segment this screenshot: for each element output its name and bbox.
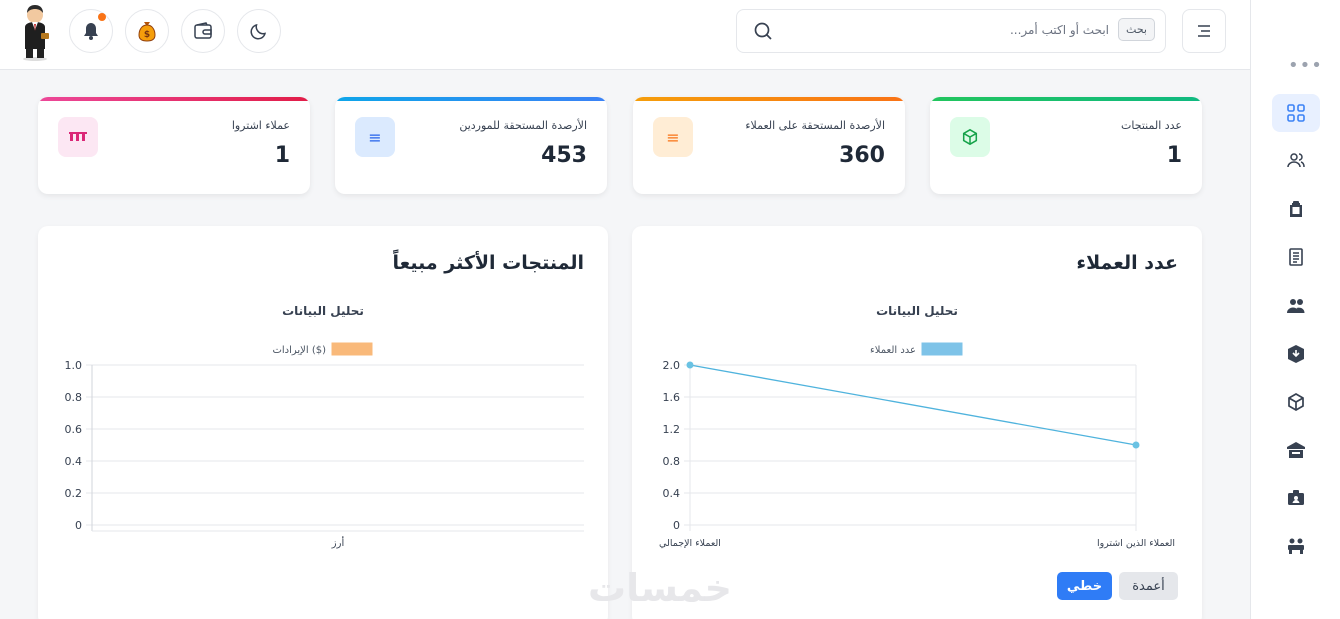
columns-toggle-button[interactable]: أعمدة <box>1119 572 1178 600</box>
list-icon: ≡ <box>653 117 693 157</box>
y-tick-label: 0 <box>75 519 82 532</box>
customers-icon <box>58 117 98 157</box>
sidebar-item-users[interactable] <box>1272 141 1320 179</box>
stat-label: الأرصدة المستحقة على العملاء <box>745 119 885 132</box>
cube-icon <box>1288 393 1304 411</box>
sidebar-item-employees[interactable] <box>1272 479 1320 517</box>
bell-icon <box>84 23 98 40</box>
avatar-image <box>23 5 49 61</box>
stat-card-products: عدد المنتجات 1 <box>930 97 1202 194</box>
x-tick-label: العملاء الذين اشتروا <box>1097 538 1175 549</box>
people-icon <box>1287 299 1305 313</box>
sidebar-item-orders[interactable] <box>1272 190 1320 228</box>
data-point <box>686 361 694 369</box>
series-line <box>689 364 1137 446</box>
team-icon <box>1288 538 1304 554</box>
sidebar-item-team[interactable] <box>1272 527 1320 565</box>
cube-icon <box>950 117 990 157</box>
y-tick-label: 0.2 <box>65 487 83 500</box>
wallet-button[interactable] <box>181 9 225 53</box>
card-accent-bar <box>335 97 607 101</box>
sidebar-item-products[interactable] <box>1272 383 1320 421</box>
y-tick-label: 0.8 <box>65 391 83 404</box>
y-tick-label: 0.8 <box>663 455 681 468</box>
users-icon <box>1287 153 1305 168</box>
box-download-icon <box>1288 345 1304 363</box>
legend-label: عدد العملاء <box>870 345 916 356</box>
customers-panel: عدد العملاء تحليل البيانات عدد العملاء 0 0… <box>632 226 1202 619</box>
search-shortcut-badge: بحث <box>1118 18 1155 41</box>
watermark: خمسات <box>588 566 732 610</box>
search-icon <box>754 22 772 40</box>
dark-mode-button[interactable] <box>237 9 281 53</box>
svg-text:$: $ <box>144 30 150 40</box>
stat-value: 1 <box>1166 143 1182 168</box>
y-tick-label: 0.4 <box>65 455 83 468</box>
x-tick-label: أرز <box>331 536 345 549</box>
top-header: ابحث أو اكتب أمر... بحث $ <box>0 0 1250 70</box>
y-tick-label: 0.4 <box>663 487 681 500</box>
money-bag-icon: $ <box>138 22 156 42</box>
customers-line-chart: عدد العملاء 0 0.4 0.8 1.2 1.6 2.0 العملاء الإجم… <box>659 342 1175 549</box>
sidebar-item-warehouses[interactable] <box>1272 431 1320 469</box>
legend-label: الإيرادات ($) <box>272 345 326 356</box>
y-tick-label: 1.2 <box>663 423 681 436</box>
card-accent-bar <box>930 97 1202 101</box>
id-card-icon <box>1288 490 1304 505</box>
sidebar: ••• <box>1250 0 1340 619</box>
notification-dot <box>98 13 106 21</box>
search-input[interactable]: ابحث أو اكتب أمر... <box>1010 23 1109 37</box>
card-accent-bar <box>38 97 310 101</box>
legend-swatch <box>331 342 373 356</box>
user-avatar[interactable] <box>12 3 58 61</box>
y-tick-label: 1.6 <box>663 391 681 404</box>
warehouse-icon <box>1287 442 1305 458</box>
legend-swatch <box>921 342 963 356</box>
stat-card-buying-customers: عملاء اشتروا 1 <box>38 97 310 194</box>
moon-icon <box>250 23 267 40</box>
data-point <box>1132 441 1140 449</box>
y-tick-label: 0 <box>673 519 680 532</box>
list-icon: ≡ <box>355 117 395 157</box>
menu-toggle-button[interactable] <box>1182 9 1226 53</box>
wallet-icon <box>194 22 212 39</box>
stat-value: 1 <box>274 143 290 168</box>
sidebar-item-purchases[interactable] <box>1272 335 1320 373</box>
x-tick-label: العملاء الإجمالي <box>659 538 721 549</box>
stat-label: عملاء اشتروا <box>231 119 290 132</box>
stat-value: 453 <box>541 143 587 168</box>
top-products-panel: المنتجات الأكثر مبيعاً تحليل البيانات ال… <box>38 226 608 619</box>
bag-icon <box>1290 201 1302 217</box>
notifications-button[interactable] <box>69 9 113 53</box>
document-icon <box>1289 248 1303 266</box>
search-box[interactable]: ابحث أو اكتب أمر... بحث <box>736 9 1166 53</box>
stat-card-supplier-balances: الأرصدة المستحقة للموردين 453 ≡ <box>335 97 607 194</box>
y-tick-label: 2.0 <box>663 359 681 372</box>
line-toggle-button[interactable]: خطي <box>1057 572 1112 600</box>
y-tick-label: 1.0 <box>65 359 83 372</box>
grid-icon <box>1287 104 1305 122</box>
card-accent-bar <box>633 97 905 101</box>
stat-label: الأرصدة المستحقة للموردين <box>459 119 587 132</box>
more-icon[interactable]: ••• <box>1288 55 1323 76</box>
stat-label: عدد المنتجات <box>1121 119 1182 132</box>
products-bar-chart: الإيرادات ($) 0 0.2 0.4 0.6 0.8 1.0 أرز <box>65 342 584 549</box>
stat-card-customer-balances: الأرصدة المستحقة على العملاء 360 ≡ <box>633 97 905 194</box>
sidebar-item-invoices[interactable] <box>1272 238 1320 276</box>
y-tick-label: 0.6 <box>65 423 83 436</box>
stat-value: 360 <box>839 143 885 168</box>
menu-icon <box>1198 25 1210 37</box>
money-bag-button[interactable]: $ <box>125 9 169 53</box>
sidebar-item-customers[interactable] <box>1272 287 1320 325</box>
sidebar-item-dashboard[interactable] <box>1272 94 1320 132</box>
